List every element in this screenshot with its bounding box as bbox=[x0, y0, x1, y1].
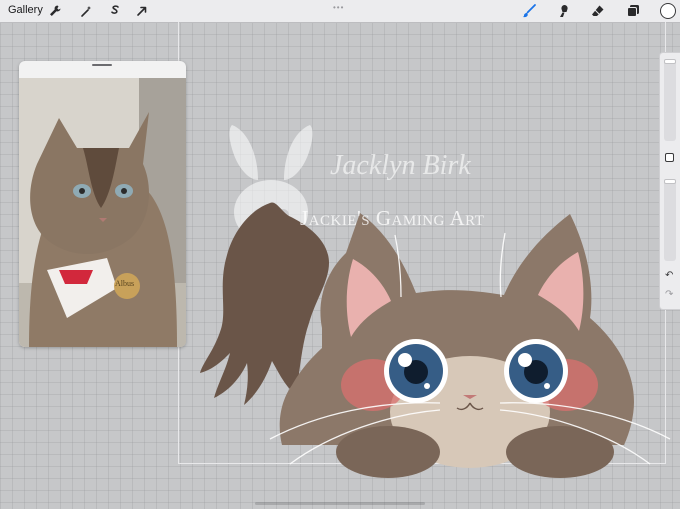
opacity-slider[interactable] bbox=[664, 179, 676, 261]
reference-photo bbox=[19, 78, 186, 347]
home-indicator bbox=[255, 502, 425, 505]
brush-size-slider[interactable] bbox=[664, 59, 676, 141]
reference-panel[interactable]: Albus bbox=[19, 61, 186, 347]
undo-icon[interactable]: ↶ bbox=[665, 271, 673, 281]
opacity-knob[interactable] bbox=[664, 179, 676, 184]
reference-photo-tag-text: Albus bbox=[115, 279, 135, 288]
reference-drag-handle[interactable] bbox=[92, 64, 112, 66]
watermark-signature: Jacklyn Birk bbox=[330, 150, 471, 181]
redo-icon[interactable]: ↷ bbox=[665, 290, 673, 300]
watermark-studio-name: Jackie's Gaming Art bbox=[300, 206, 485, 230]
brush-size-knob[interactable] bbox=[664, 59, 676, 64]
sidebar: ↶ ↷ bbox=[659, 52, 680, 310]
modify-button[interactable] bbox=[665, 153, 674, 162]
